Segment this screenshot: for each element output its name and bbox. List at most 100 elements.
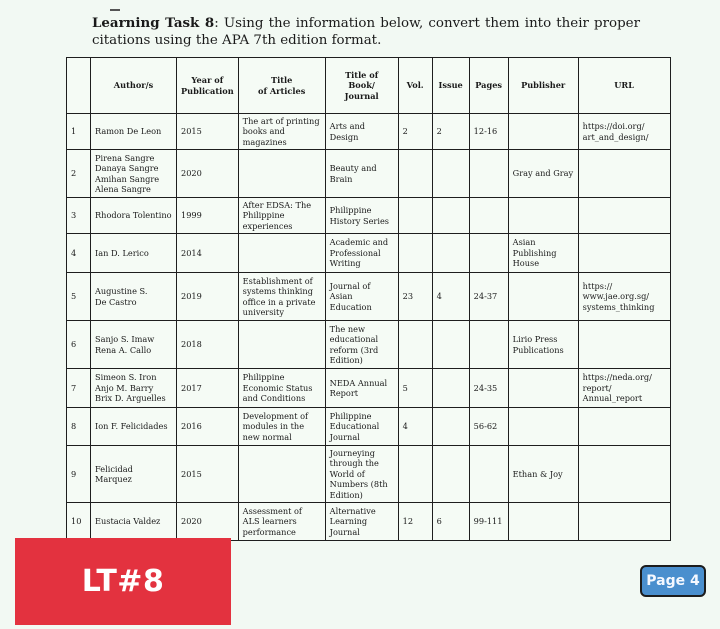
volume-cell	[397, 320, 433, 369]
volume-cell: 5	[397, 368, 433, 408]
article-title-cell: Assessment of ALS learners performance	[237, 502, 326, 541]
header-title-articles: Title of Articles	[237, 57, 326, 114]
page-number-badge: Page 4	[640, 565, 706, 597]
author-cell: Rhodora Tolentino	[90, 197, 177, 234]
url-cell: https://doi.org/ art_and_design/	[577, 113, 671, 150]
row-number: 2	[66, 149, 91, 198]
year-cell: 2015	[176, 113, 239, 150]
issue-cell	[431, 445, 470, 503]
table-row: 4 Ian D. Lerico 2014 Academic and Professio…	[66, 233, 671, 273]
url-cell	[577, 502, 671, 541]
book-journal-cell: Journal of Asian Education	[324, 272, 399, 321]
article-title-cell	[237, 445, 326, 503]
pages-cell: 99-111	[468, 502, 509, 541]
publisher-cell: Gray and Gray	[507, 149, 579, 198]
volume-cell	[397, 197, 433, 234]
url-cell	[577, 445, 671, 503]
article-title-cell	[237, 149, 326, 198]
table-row: 7 Simeon S. Iron Anjo M. Barry Brix D. Ar…	[66, 368, 671, 408]
volume-cell: 12	[397, 502, 433, 541]
page-number-label: Page 4	[646, 573, 700, 589]
issue-cell	[431, 197, 470, 234]
url-cell: https://neda.org/ report/ Annual_report	[577, 368, 671, 408]
publisher-cell	[507, 113, 579, 150]
header-number	[66, 57, 91, 114]
article-title-cell: Establishment of systems thinking office…	[237, 272, 326, 321]
header-row: Author/s Year of Publication Title of Arti…	[66, 57, 671, 114]
table-row: 1 Ramon De Leon 2015 The art of printing bo…	[66, 113, 671, 150]
volume-cell	[397, 149, 433, 198]
author-cell: Ramon De Leon	[90, 113, 177, 150]
header-pages: Pages	[468, 57, 509, 114]
row-number: 5	[66, 272, 91, 321]
author-cell: Ion F. Felicidades	[90, 407, 177, 446]
year-cell: 2019	[176, 272, 239, 321]
table-row: 2 Pirena Sangre Danaya Sangre Amihan Sang…	[66, 149, 671, 198]
year-cell: 2015	[176, 445, 239, 503]
row-number: 9	[66, 445, 91, 503]
decorative-dash	[110, 9, 120, 11]
issue-cell: 6	[431, 502, 470, 541]
row-number: 3	[66, 197, 91, 234]
article-title-cell	[237, 233, 326, 273]
pages-cell	[468, 320, 509, 369]
publisher-cell: Ethan & Joy	[507, 445, 579, 503]
year-cell: 2014	[176, 233, 239, 273]
author-cell: Simeon S. Iron Anjo M. Barry Brix D. Arg…	[90, 368, 177, 408]
year-cell: 2020	[176, 502, 239, 541]
table-row: 3 Rhodora Tolentino 1999 After EDSA: The Ph…	[66, 197, 671, 234]
book-journal-cell: Journeying through the World of Numbers …	[324, 445, 399, 503]
book-journal-cell: Arts and Design	[324, 113, 399, 150]
table-row: 10 Eustacia Valdez 2020 Assessment of ALS l…	[66, 502, 671, 541]
article-title-cell: The art of printing books and magazines	[237, 113, 326, 150]
book-journal-cell: Philippine Educational Journal	[324, 407, 399, 446]
learning-task-banner: LT#8	[15, 538, 231, 625]
issue-cell	[431, 368, 470, 408]
author-cell: Felicidad Marquez	[90, 445, 177, 503]
article-title-cell	[237, 320, 326, 369]
book-journal-cell: NEDA Annual Report	[324, 368, 399, 408]
header-title-book-journal: Title of Book/Journal	[324, 57, 399, 114]
publisher-cell	[507, 272, 579, 321]
book-journal-cell: The new educational reform (3rd Edition)	[324, 320, 399, 369]
book-journal-cell: Beauty and Brain	[324, 149, 399, 198]
issue-cell	[431, 320, 470, 369]
pages-cell	[468, 445, 509, 503]
year-cell: 2017	[176, 368, 239, 408]
author-cell: Sanjo S. Imaw Rena A. Callo	[90, 320, 177, 369]
year-cell: 1999	[176, 197, 239, 234]
author-cell: Ian D. Lerico	[90, 233, 177, 273]
pages-cell: 12-16	[468, 113, 509, 150]
header-publisher: Publisher	[507, 57, 579, 114]
table-row: 9 Felicidad Marquez 2015 Journeying through…	[66, 445, 671, 503]
author-cell: Eustacia Valdez	[90, 502, 177, 541]
volume-cell	[397, 233, 433, 273]
book-journal-cell: Philippine History Series	[324, 197, 399, 234]
publisher-cell	[507, 197, 579, 234]
table-row: 8 Ion F. Felicidades 2016 Development of mo…	[66, 407, 671, 446]
volume-cell: 2	[397, 113, 433, 150]
url-cell	[577, 320, 671, 369]
url-cell	[577, 407, 671, 446]
header-issue: Issue	[431, 57, 470, 114]
row-number: 10	[66, 502, 91, 541]
author-cell: Pirena Sangre Danaya Sangre Amihan Sangr…	[90, 149, 177, 198]
issue-cell	[431, 233, 470, 273]
author-cell: Augustine S. De Castro	[90, 272, 177, 321]
row-number: 6	[66, 320, 91, 369]
issue-cell	[431, 407, 470, 446]
header-volume: Vol.	[397, 57, 433, 114]
table-row: 5 Augustine S. De Castro 2019 Establishment…	[66, 272, 671, 321]
pages-cell	[468, 149, 509, 198]
row-number: 1	[66, 113, 91, 150]
article-title-cell: After EDSA: The Philippine experiences	[237, 197, 326, 234]
publisher-cell	[507, 407, 579, 446]
pages-cell	[468, 197, 509, 234]
url-cell: https:// www.jae.org.sg/ systems_thinkin…	[577, 272, 671, 321]
volume-cell	[397, 445, 433, 503]
citation-table: Author/s Year of Publication Title of Arti…	[66, 57, 671, 541]
task-instruction: Learning Task 8: Using the information b…	[92, 15, 640, 49]
url-cell	[577, 197, 671, 234]
url-cell	[577, 233, 671, 273]
book-journal-cell: Alternative Learning Journal	[324, 502, 399, 541]
